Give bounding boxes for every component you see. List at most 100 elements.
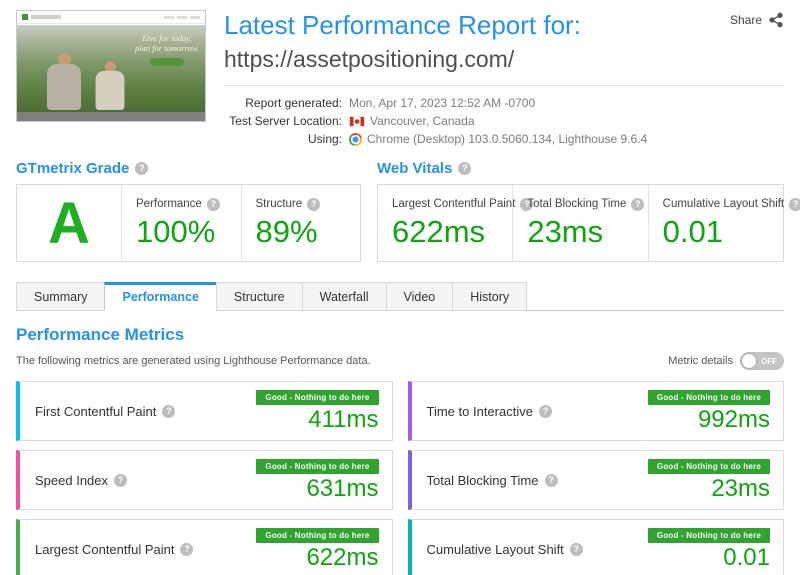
thumbnail-browser-bar	[17, 11, 205, 24]
cls-vital-cell: Cumulative Layout Shift ? 0.01	[647, 185, 800, 262]
using-value: Chrome (Desktop) 103.0.5060.134, Lightho…	[367, 132, 648, 147]
performance-metrics-section: Performance Metrics The following metric…	[0, 325, 800, 575]
card-label: Time to Interactive	[426, 403, 533, 419]
card-largest-contentful-paint: Largest Contentful Paint ? Good - Nothin…	[16, 519, 393, 575]
metrics-note: The following metrics are generated usin…	[16, 355, 371, 368]
help-icon[interactable]: ?	[569, 542, 583, 556]
help-icon[interactable]: ?	[631, 197, 645, 211]
toggle-knob	[742, 354, 756, 369]
tab-structure[interactable]: Structure	[215, 282, 303, 312]
lcp-vital-label: Largest Contentful Paint	[392, 198, 516, 211]
status-badge: Good - Nothing to do here	[647, 459, 770, 475]
performance-score-value: 100%	[136, 213, 216, 249]
gtmetrix-grade-heading: GTmetrix Grade	[16, 160, 130, 178]
cls-vital-label: Cumulative Layout Shift	[662, 198, 785, 211]
status-badge: Good - Nothing to do here	[256, 390, 379, 406]
scores-row: GTmetrix Grade ? A Performance ? 100% St…	[0, 160, 800, 263]
hiker-figure	[47, 53, 81, 110]
cls-vital-value: 0.01	[662, 213, 723, 249]
site-nav-links	[164, 15, 200, 19]
lcp-vital-cell: Largest Contentful Paint ? 622ms	[378, 185, 534, 261]
performance-metrics-heading: Performance Metrics	[16, 325, 185, 345]
performance-score-label: Performance	[136, 198, 202, 211]
card-label: First Contentful Paint	[35, 403, 157, 419]
toggle-state: OFF	[761, 356, 777, 366]
report-info: Report generated: Mon, Apr 17, 2023 12:5…	[224, 94, 784, 148]
header-main: Latest Performance Report for: Share htt…	[206, 10, 784, 148]
card-value: 631ms	[306, 475, 379, 503]
card-speed-index: Speed Index ? Good - Nothing to do here …	[16, 450, 393, 511]
help-icon[interactable]: ?	[544, 473, 558, 487]
using-row: Using: Chrome (Desktop) 103.0.5060.134, …	[224, 130, 784, 148]
hero-photo: Live for today, plan for tomorrow.	[17, 25, 205, 112]
report-header: Live for today, plan for tomorrow. Lates…	[0, 0, 800, 148]
help-icon[interactable]: ?	[180, 542, 194, 556]
grade-box: A Performance ? 100% Structure ? 89%	[16, 184, 361, 263]
web-vitals-box: Largest Contentful Paint ? 622ms Total B…	[377, 184, 800, 263]
gtmetrix-grade-section: GTmetrix Grade ? A Performance ? 100% St…	[16, 160, 361, 263]
using-label: Using:	[307, 132, 342, 147]
card-cumulative-layout-shift: Cumulative Layout Shift ? Good - Nothing…	[407, 519, 784, 575]
hero-caption-line2: plan for tomorrow.	[135, 43, 199, 53]
help-icon[interactable]: ?	[458, 162, 472, 176]
tbt-vital-label: Total Blocking Time	[527, 198, 627, 211]
thumbnail-footer-bar	[17, 112, 205, 121]
status-badge: Good - Nothing to do here	[647, 390, 770, 406]
tab-summary[interactable]: Summary	[16, 282, 106, 312]
gtmetrix-report-page: Live for today, plan for tomorrow. Lates…	[0, 0, 800, 575]
report-url-link[interactable]: https://assetpositioning.com/	[224, 46, 784, 73]
card-value: 23ms	[711, 475, 770, 503]
test-server-label: Test Server Location:	[229, 114, 342, 129]
help-icon[interactable]: ?	[114, 473, 128, 487]
help-icon[interactable]: ?	[135, 162, 149, 176]
help-icon[interactable]: ?	[307, 197, 321, 211]
card-value: 411ms	[308, 406, 379, 434]
help-icon[interactable]: ?	[206, 197, 220, 211]
card-value: 992ms	[697, 406, 770, 434]
hero-caption: Live for today, plan for tomorrow.	[135, 33, 199, 66]
card-label: Cumulative Layout Shift	[426, 541, 564, 557]
hiker-figure	[95, 61, 125, 110]
tbt-vital-cell: Total Blocking Time ? 23ms	[512, 185, 647, 262]
hero-cta-button	[150, 58, 184, 66]
site-screenshot-thumbnail[interactable]: Live for today, plan for tomorrow.	[16, 10, 206, 122]
card-value: 0.01	[723, 544, 770, 572]
performance-score-cell: Performance ? 100%	[121, 185, 241, 262]
structure-score-label: Structure	[255, 198, 303, 211]
chrome-browser-icon	[349, 132, 362, 146]
card-label: Speed Index	[35, 472, 109, 488]
card-first-contentful-paint: First Contentful Paint ? Good - Nothing …	[16, 381, 393, 442]
metric-details-label: Metric details	[668, 355, 733, 368]
tbt-vital-value: 23ms	[527, 213, 604, 249]
test-server-value: Vancouver, Canada	[370, 114, 475, 129]
page-title: Latest Performance Report for:	[224, 10, 581, 40]
metric-details-toggle[interactable]: OFF	[740, 352, 784, 371]
card-total-blocking-time: Total Blocking Time ? Good - Nothing to …	[407, 450, 784, 511]
share-button-label: Share	[729, 13, 762, 27]
canada-flag-icon	[349, 115, 365, 127]
status-badge: Good - Nothing to do here	[256, 459, 379, 475]
tab-waterfall[interactable]: Waterfall	[301, 282, 387, 312]
help-icon[interactable]: ?	[538, 404, 552, 418]
card-label: Largest Contentful Paint	[35, 541, 175, 557]
help-icon[interactable]: ?	[789, 197, 800, 211]
tab-history[interactable]: History	[452, 282, 528, 312]
test-server-row: Test Server Location: Vancouver, Canada	[224, 112, 784, 130]
web-vitals-section: Web Vitals ? Largest Contentful Paint ? …	[377, 160, 800, 263]
site-logo-text	[31, 15, 61, 19]
status-badge: Good - Nothing to do here	[647, 528, 770, 544]
header-divider	[224, 85, 784, 87]
tab-performance[interactable]: Performance	[104, 282, 217, 312]
report-generated-row: Report generated: Mon, Apr 17, 2023 12:5…	[224, 94, 784, 112]
metric-cards-grid: First Contentful Paint ? Good - Nothing …	[16, 381, 784, 575]
report-generated-label: Report generated:	[245, 96, 342, 111]
share-button[interactable]: Share	[730, 12, 784, 28]
site-logo-icon	[22, 14, 28, 20]
help-icon[interactable]: ?	[162, 404, 176, 418]
card-time-to-interactive: Time to Interactive ? Good - Nothing to …	[407, 381, 784, 442]
hero-caption-line1: Live for today,	[142, 33, 192, 43]
report-tabs: Summary Performance Structure Waterfall …	[16, 282, 784, 312]
status-badge: Good - Nothing to do here	[256, 528, 379, 544]
card-label: Total Blocking Time	[426, 472, 539, 488]
tab-video[interactable]: Video	[385, 282, 454, 312]
